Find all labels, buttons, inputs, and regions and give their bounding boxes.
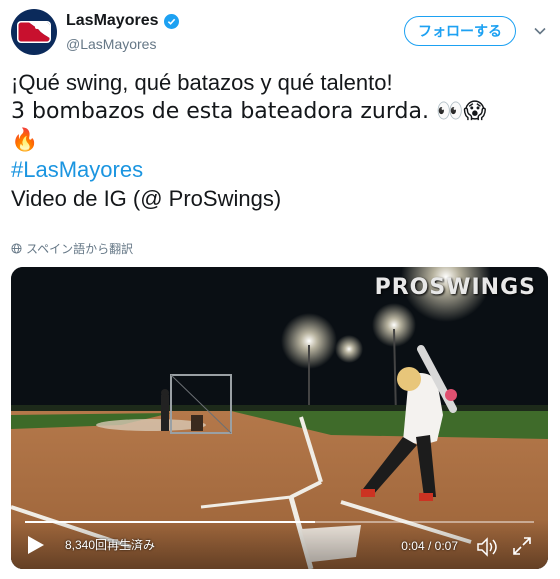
fire-emoji: 🔥 <box>11 128 39 153</box>
video-player[interactable]: PROSWINGS 8,340回再生済み 0:04 / 0:07 <box>11 267 548 569</box>
video-watermark: PROSWINGS <box>374 275 536 300</box>
play-icon[interactable] <box>27 535 45 555</box>
translate-link[interactable]: スペイン語から翻訳 <box>11 240 133 257</box>
translate-label: スペイン語から翻訳 <box>26 242 134 256</box>
mlb-logo-icon <box>17 21 51 43</box>
account-handle[interactable]: @LasMayores <box>66 36 156 52</box>
account-name[interactable]: LasMayores <box>66 12 179 30</box>
hashtag-link[interactable]: #LasMayores <box>11 155 551 184</box>
tweet-line-5: Video de IG (@ ProSwings) <box>11 186 282 211</box>
video-controls: 8,340回再生済み 0:04 / 0:07 <box>11 519 548 569</box>
fullscreen-icon[interactable] <box>512 536 532 556</box>
tweet-card: LasMayores @LasMayores フォローする ¡Qué swing… <box>0 0 560 579</box>
globe-icon <box>11 243 22 254</box>
chevron-down-icon[interactable] <box>533 24 547 38</box>
follow-button[interactable]: フォローする <box>404 16 516 46</box>
video-progress-bar[interactable] <box>25 521 534 523</box>
video-progress-fill <box>25 521 316 523</box>
view-count: 8,340回再生済み <box>65 538 156 552</box>
avatar[interactable] <box>11 9 57 55</box>
volume-icon[interactable] <box>476 537 498 557</box>
video-time: 0:04 / 0:07 <box>401 539 458 553</box>
account-name-text: LasMayores <box>66 12 159 29</box>
tweet-line-2: 3 bombazos de esta bateadora zurda. 👀😱 <box>11 99 487 124</box>
tweet-text: ¡Qué swing, qué batazos y qué talento! 3… <box>11 68 551 213</box>
tweet-line-1: ¡Qué swing, qué batazos y qué talento! <box>11 70 393 95</box>
verified-icon <box>163 13 179 29</box>
